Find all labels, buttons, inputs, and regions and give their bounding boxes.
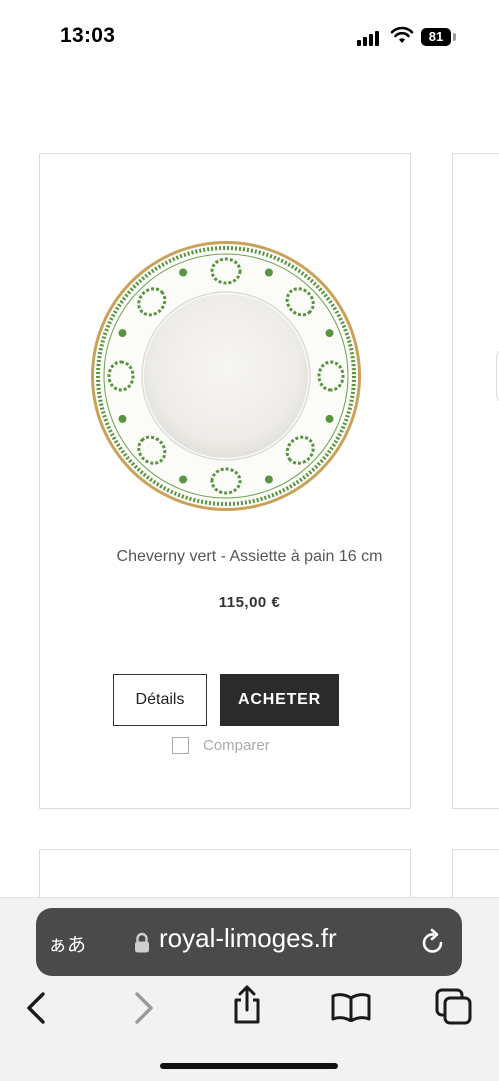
bookmarks-icon[interactable]: [330, 992, 372, 1022]
text-size-button[interactable]: ぁあ: [48, 930, 86, 957]
product-image[interactable]: [88, 238, 364, 514]
product-name[interactable]: Cheverny vert - Assiette à pain 16 cm: [0, 548, 499, 566]
status-bar: 13:03 81: [0, 0, 499, 74]
plate-bow: [118, 414, 127, 423]
forward-icon[interactable]: [132, 990, 156, 1026]
back-icon[interactable]: [24, 990, 48, 1026]
plate-bow: [325, 329, 334, 338]
share-icon[interactable]: [230, 984, 264, 1026]
url-text[interactable]: royal-limoges.fr: [159, 923, 337, 954]
status-time: 13:03: [60, 24, 116, 47]
plate-bow: [179, 475, 188, 484]
details-button[interactable]: Détails: [113, 674, 207, 726]
lock-icon: [135, 932, 149, 953]
product-price: 115,00 €: [218, 594, 281, 611]
plate-bow: [264, 475, 273, 484]
plate-bow: [118, 329, 127, 338]
tabs-icon[interactable]: [435, 988, 473, 1026]
battery-tip: [453, 33, 456, 41]
compare-option[interactable]: Comparer: [172, 735, 270, 755]
buy-button[interactable]: ACHETER: [220, 674, 339, 726]
plate-bow: [264, 268, 273, 277]
compare-checkbox[interactable]: [172, 736, 189, 754]
plate-bow: [179, 268, 188, 277]
wifi-icon: [390, 26, 414, 43]
signal-icon: [357, 30, 383, 46]
home-indicator: [160, 1063, 338, 1069]
compare-label: Comparer: [203, 736, 270, 754]
plate-bow: [325, 414, 334, 423]
battery-icon: 81: [421, 28, 451, 46]
next-product-card[interactable]: [452, 153, 499, 809]
reload-icon[interactable]: [420, 928, 446, 956]
